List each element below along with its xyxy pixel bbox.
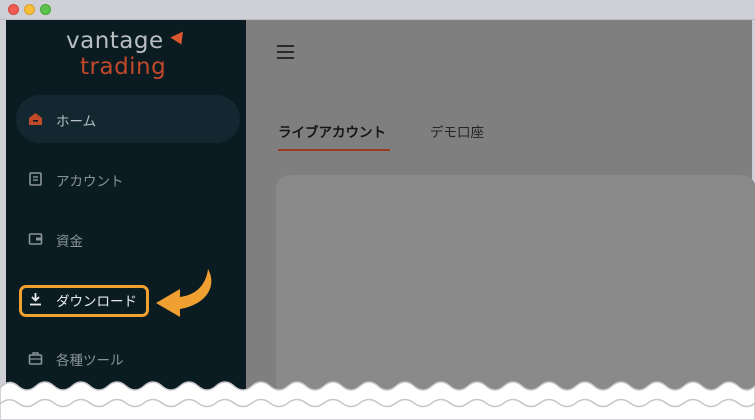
main-content: ライブアカウント デモ口座	[246, 20, 755, 415]
sidebar-item-label: 資金	[56, 234, 83, 250]
logo-chevron-icon	[170, 31, 188, 48]
toolbox-icon	[28, 352, 43, 365]
tab-demo-account[interactable]: デモ口座	[430, 121, 484, 141]
annotation-arrow-icon	[156, 269, 212, 317]
sidebar-item-label: アカウント	[56, 174, 124, 190]
wallet-icon	[28, 233, 43, 245]
sidebar-item-home[interactable]: ホーム	[16, 95, 240, 143]
logo-word-trading: trading	[80, 54, 167, 80]
account-icon	[29, 172, 42, 186]
sidebar-item-label: ホーム	[56, 114, 97, 130]
sidebar-item-funds[interactable]: 資金	[16, 215, 240, 263]
app-window: vantage trading ホーム アカウント 資金 ダウンロード 各種ツー…	[0, 0, 755, 420]
zoom-window-button[interactable]	[40, 4, 51, 15]
home-icon	[29, 113, 42, 125]
sidebar-item-account[interactable]: アカウント	[16, 155, 240, 203]
torn-edge-decoration	[0, 381, 755, 420]
vantage-trading-logo[interactable]: vantage trading	[66, 26, 196, 82]
tab-live-account[interactable]: ライブアカウント	[278, 121, 386, 141]
sidebar-item-label: 各種ツール	[56, 353, 124, 369]
window-titlebar	[0, 0, 755, 20]
sidebar: vantage trading ホーム アカウント 資金 ダウンロード 各種ツー…	[6, 20, 246, 400]
logo-word-vantage: vantage	[66, 28, 164, 54]
hamburger-menu-icon[interactable]	[277, 45, 294, 59]
minimize-window-button[interactable]	[24, 4, 35, 15]
close-window-button[interactable]	[8, 4, 19, 15]
active-tab-indicator	[278, 149, 390, 151]
download-highlight-box	[19, 285, 149, 317]
